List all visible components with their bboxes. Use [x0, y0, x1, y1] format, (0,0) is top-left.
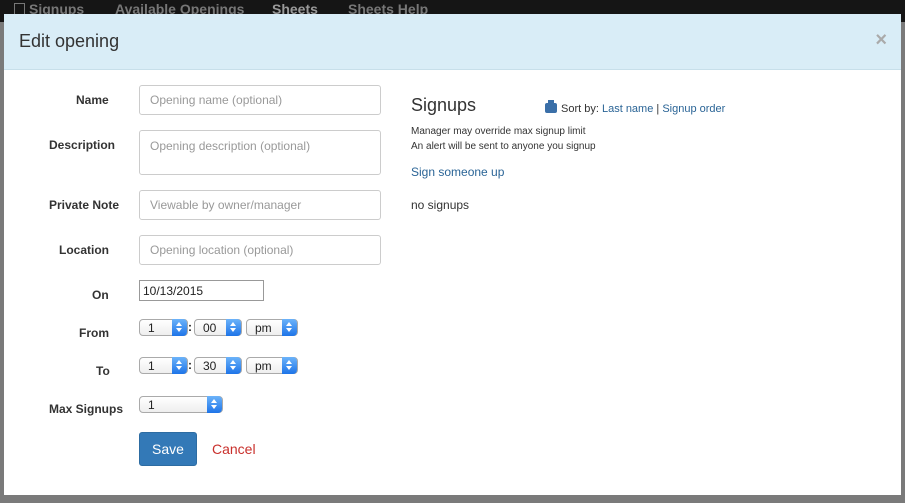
location-label: Location [59, 243, 109, 257]
select-arrows-icon [172, 319, 187, 336]
from-ampm-select[interactable]: pm [246, 319, 298, 336]
page-backdrop-bottom [4, 495, 901, 503]
edit-opening-modal: Edit opening × Name Description Private … [4, 14, 901, 495]
cancel-button[interactable]: Cancel [212, 441, 256, 457]
time-separator: : [188, 320, 192, 334]
sort-separator: | [656, 103, 660, 115]
select-arrows-icon [282, 319, 297, 336]
max-signups-label: Max Signups [49, 402, 124, 416]
private-note-label: Private Note [49, 198, 120, 212]
to-hour-value: 1 [148, 359, 155, 373]
description-textarea[interactable] [139, 130, 381, 175]
location-input[interactable] [139, 235, 381, 265]
from-hour-select[interactable]: 1 [139, 319, 188, 336]
sort-by-bar: Sort by: Last name | Signup order [545, 100, 725, 115]
modal-header: Edit opening × [4, 14, 901, 70]
from-hour-value: 1 [148, 321, 155, 335]
alert-note: An alert will be sent to anyone you sign… [411, 141, 596, 152]
select-arrows-icon [226, 357, 241, 374]
select-arrows-icon [282, 357, 297, 374]
select-arrows-icon [226, 319, 241, 336]
select-arrows-icon [172, 357, 187, 374]
to-ampm-value: pm [255, 359, 272, 373]
name-input[interactable] [139, 85, 381, 115]
signups-heading: Signups [411, 95, 477, 115]
max-signups-value: 1 [148, 398, 155, 412]
sort-signup-order-link[interactable]: Signup order [662, 103, 725, 115]
to-hour-select[interactable]: 1 [139, 357, 188, 374]
sign-someone-up-link[interactable]: Sign someone up [411, 165, 504, 179]
max-signups-select[interactable]: 1 [139, 396, 223, 413]
name-label: Name [76, 93, 109, 107]
modal-title: Edit opening [19, 31, 120, 51]
from-minute-value: 00 [203, 321, 217, 335]
override-note: Manager may override max signup limit [411, 126, 586, 137]
sort-last-name-link[interactable]: Last name [602, 103, 653, 115]
time-separator: : [188, 358, 192, 372]
to-minute-select[interactable]: 30 [194, 357, 242, 374]
date-input[interactable] [139, 280, 264, 301]
from-minute-select[interactable]: 00 [194, 319, 242, 336]
private-note-input[interactable] [139, 190, 381, 220]
save-button[interactable]: Save [139, 432, 197, 466]
printer-icon[interactable] [545, 100, 557, 113]
from-ampm-value: pm [255, 321, 272, 335]
description-label: Description [49, 138, 116, 152]
close-icon[interactable]: × [875, 29, 887, 52]
select-arrows-icon [207, 396, 222, 413]
to-minute-value: 30 [203, 359, 217, 373]
from-label: From [79, 326, 109, 340]
sort-by-label: Sort by: [561, 103, 599, 115]
empty-signups-message: no signups [411, 198, 470, 212]
to-ampm-select[interactable]: pm [246, 357, 298, 374]
on-label: On [92, 288, 109, 302]
page-backdrop-right [901, 22, 905, 503]
to-label: To [96, 364, 110, 378]
